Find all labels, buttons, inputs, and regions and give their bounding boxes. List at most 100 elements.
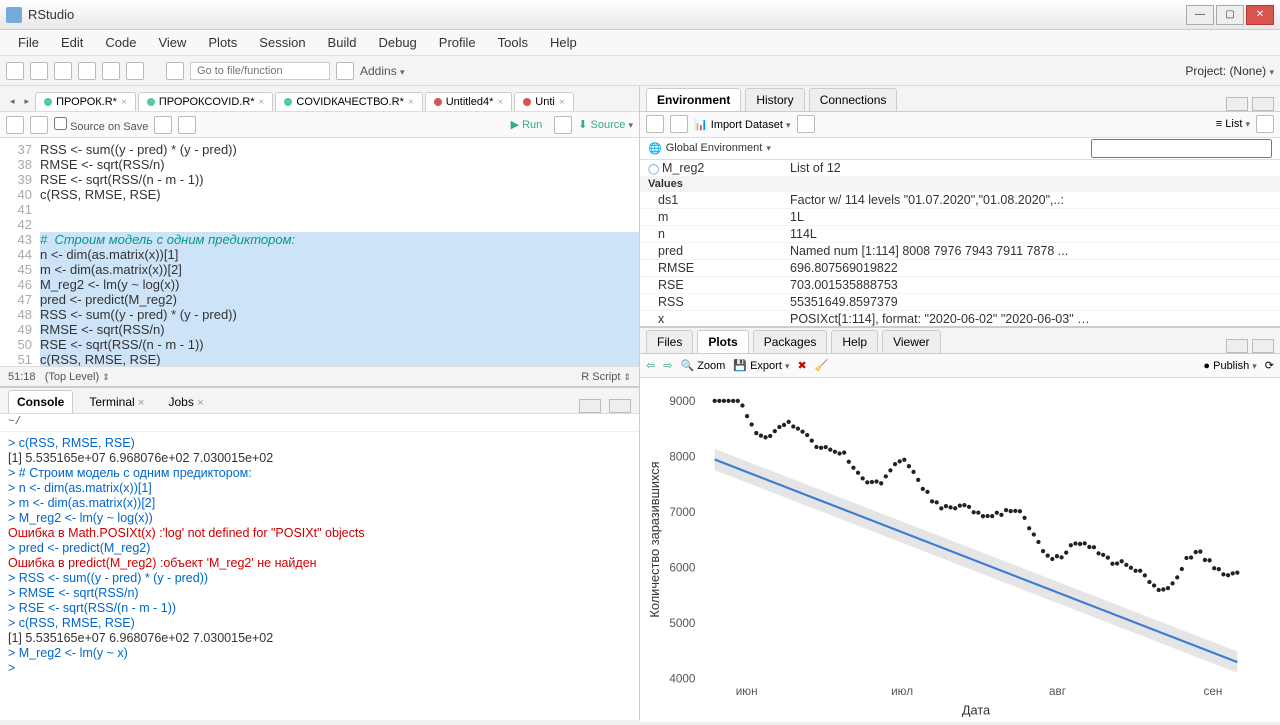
window-title: RStudio <box>28 7 1186 22</box>
pane-minimize-icon[interactable] <box>579 399 601 413</box>
source-button[interactable]: ⬇ Source ▾ <box>578 118 633 131</box>
tab-nav-left-icon[interactable]: ◂ <box>6 92 19 111</box>
save-icon[interactable] <box>78 62 96 80</box>
print-icon[interactable] <box>126 62 144 80</box>
tab-help[interactable]: Help <box>831 330 878 353</box>
menu-code[interactable]: Code <box>95 31 146 54</box>
export-button[interactable]: 💾 Export ▾ <box>733 359 789 372</box>
plot-next-icon[interactable]: ⇨ <box>663 359 672 372</box>
env-row[interactable]: m1L <box>640 209 1280 226</box>
env-view-mode[interactable]: ≡ List ▾ <box>1216 118 1250 130</box>
goto-icon[interactable] <box>166 62 184 80</box>
maximize-button[interactable]: ▢ <box>1216 5 1244 25</box>
save-workspace-icon[interactable] <box>670 115 688 133</box>
env-name: m <box>640 210 790 224</box>
plots-minimize-icon[interactable] <box>1226 339 1248 353</box>
pane-maximize-icon[interactable] <box>609 399 631 413</box>
env-search-input[interactable] <box>1091 139 1272 158</box>
refresh-env-icon[interactable] <box>1256 115 1274 133</box>
menu-help[interactable]: Help <box>540 31 587 54</box>
minimize-button[interactable]: — <box>1186 5 1214 25</box>
remove-plot-icon[interactable]: ✖ <box>797 359 806 372</box>
run-button[interactable]: ▶ Run <box>511 118 543 131</box>
menu-tools[interactable]: Tools <box>488 31 538 54</box>
close-tab-icon[interactable]: × <box>408 97 414 108</box>
file-tab[interactable]: Untitled4*× <box>425 92 513 111</box>
grid-icon[interactable] <box>336 62 354 80</box>
plot-prev-icon[interactable]: ⇦ <box>646 359 655 372</box>
popout-icon[interactable] <box>6 116 24 134</box>
env-row[interactable]: xPOSIXct[1:114], format: "2020-06-02" "2… <box>640 311 1280 326</box>
env-row[interactable]: RSE703.001535888753 <box>640 277 1280 294</box>
console-output[interactable]: > c(RSS, RMSE, RSE)[1] 5.535165e+07 6.96… <box>0 432 639 720</box>
publish-button[interactable]: ● Publish ▾ <box>1203 360 1256 372</box>
menu-build[interactable]: Build <box>318 31 367 54</box>
close-tab-icon[interactable]: × <box>497 97 503 108</box>
load-workspace-icon[interactable] <box>646 115 664 133</box>
tab-terminal[interactable]: Terminal × <box>81 391 152 413</box>
file-tab[interactable]: ПРОРОКCOVID.R*× <box>138 92 274 111</box>
menu-view[interactable]: View <box>148 31 196 54</box>
svg-text:7000: 7000 <box>669 506 696 519</box>
project-menu[interactable]: Project: (None) ▾ <box>1185 64 1274 78</box>
menu-edit[interactable]: Edit <box>51 31 93 54</box>
tab-files[interactable]: Files <box>646 330 693 353</box>
import-dataset-menu[interactable]: 📊 Import Dataset ▾ <box>694 118 791 131</box>
env-value: Named num [1:114] 8008 7976 7943 7911 78… <box>790 244 1280 258</box>
wand-icon[interactable] <box>178 116 196 134</box>
environment-grid[interactable]: M_reg2List of 12Valuesds1Factor w/ 114 l… <box>640 160 1280 326</box>
close-tab-icon[interactable]: × <box>121 97 127 108</box>
file-tab-label: ПРОРОК.R* <box>56 96 117 108</box>
env-minimize-icon[interactable] <box>1226 97 1248 111</box>
env-row[interactable]: ds1Factor w/ 114 levels "01.07.2020","01… <box>640 192 1280 209</box>
tab-history[interactable]: History <box>745 88 804 111</box>
env-row[interactable]: M_reg2List of 12 <box>640 160 1280 177</box>
save-all-icon[interactable] <box>102 62 120 80</box>
environment-tabs: EnvironmentHistoryConnections <box>640 86 1280 112</box>
new-project-icon[interactable] <box>30 62 48 80</box>
tab-environment[interactable]: Environment <box>646 88 741 111</box>
file-tab[interactable]: ПРОРОК.R* × <box>35 92 136 111</box>
clear-workspace-icon[interactable] <box>797 115 815 133</box>
tab-packages[interactable]: Packages <box>753 330 828 353</box>
menu-plots[interactable]: Plots <box>198 31 247 54</box>
env-maximize-icon[interactable] <box>1252 97 1274 111</box>
addins-menu[interactable]: Addins ▾ <box>360 64 405 78</box>
file-tab[interactable]: Unti× <box>514 92 573 111</box>
env-name: RSS <box>640 295 790 309</box>
env-row[interactable]: RSS55351649.8597379 <box>640 294 1280 311</box>
source-on-save-checkbox[interactable]: Source on Save <box>54 117 148 133</box>
plots-maximize-icon[interactable] <box>1252 339 1274 353</box>
menu-debug[interactable]: Debug <box>368 31 426 54</box>
zoom-button[interactable]: 🔍 Zoom <box>680 359 725 372</box>
tab-jobs[interactable]: Jobs × <box>160 391 211 413</box>
rerun-icon[interactable] <box>554 116 572 134</box>
tab-connections[interactable]: Connections <box>809 88 898 111</box>
tab-nav-right-icon[interactable]: ▸ <box>21 92 34 111</box>
save-source-icon[interactable] <box>30 116 48 134</box>
menu-profile[interactable]: Profile <box>429 31 486 54</box>
env-row[interactable]: RMSE696.807569019822 <box>640 260 1280 277</box>
scope-indicator[interactable]: (Top Level) <box>45 371 99 383</box>
menu-file[interactable]: File <box>8 31 49 54</box>
find-icon[interactable] <box>154 116 172 134</box>
refresh-plot-icon[interactable]: ⟳ <box>1265 359 1274 372</box>
tab-plots[interactable]: Plots <box>697 330 748 353</box>
close-tab-icon[interactable]: × <box>559 97 565 108</box>
close-button[interactable]: ✕ <box>1246 5 1274 25</box>
goto-file-function-input[interactable] <box>190 62 330 80</box>
environment-scope[interactable]: 🌐 Global Environment ▾ <box>640 138 1280 160</box>
tab-console[interactable]: Console <box>8 390 73 413</box>
code-editor[interactable]: 37RSS <- sum((y - pred) * (y - pred))38R… <box>0 138 639 366</box>
tab-viewer[interactable]: Viewer <box>882 330 940 353</box>
open-file-icon[interactable] <box>54 62 72 80</box>
file-tab[interactable]: COVIDКАЧЕСТВО.R*× <box>275 92 422 111</box>
clear-plots-icon[interactable]: 🧹 <box>815 359 829 372</box>
menu-session[interactable]: Session <box>249 31 315 54</box>
close-tab-icon[interactable]: × <box>259 97 265 108</box>
env-row[interactable]: Values <box>640 177 1280 192</box>
new-file-icon[interactable] <box>6 62 24 80</box>
language-indicator[interactable]: R Script <box>581 371 620 383</box>
env-row[interactable]: predNamed num [1:114] 8008 7976 7943 791… <box>640 243 1280 260</box>
env-row[interactable]: n114L <box>640 226 1280 243</box>
